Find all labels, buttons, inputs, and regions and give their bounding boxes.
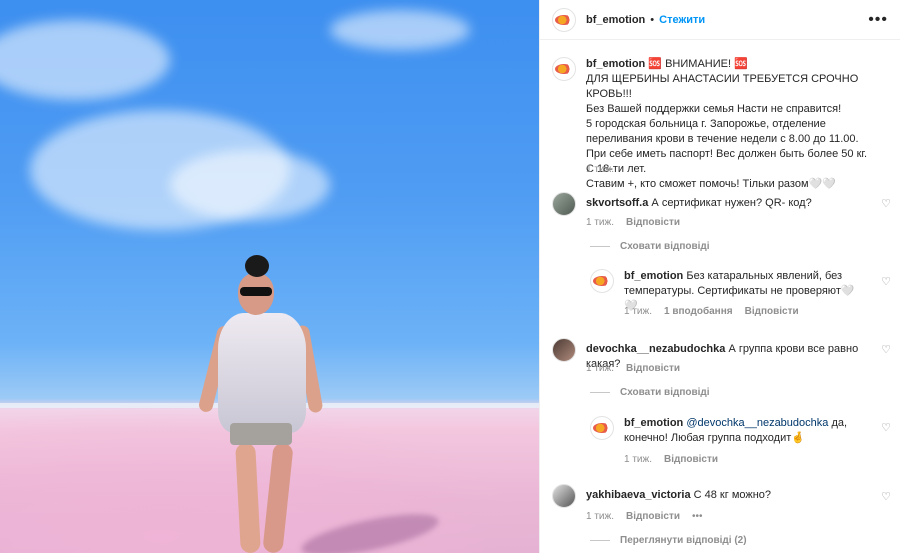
divider-line [590, 246, 610, 247]
caption-text: 🆘 ВНИМАНИЕ! 🆘 ДЛЯ ЩЕРБИНЫ АНАСТАСИИ ТРЕБ… [586, 58, 868, 190]
avatar[interactable] [552, 192, 576, 216]
brand-logo-icon [593, 423, 611, 433]
avatar[interactable] [552, 484, 576, 508]
divider-line [590, 392, 610, 393]
comment: yakhibaeva_victoria С 48 кг можно? [552, 484, 876, 508]
heart-icon[interactable]: ♡ [881, 275, 891, 288]
reply-username[interactable]: bf_emotion [624, 270, 683, 282]
toggle-label: Сховати відповіді [620, 241, 710, 252]
post-photo[interactable] [0, 0, 539, 553]
post-side-panel: bf_emotion • Стежити ••• bf_emotion 🆘 ВН… [539, 0, 900, 553]
avatar[interactable] [552, 57, 576, 81]
reply-button[interactable]: Відповісти [626, 511, 680, 522]
avatar[interactable] [590, 269, 614, 293]
comments-list[interactable]: bf_emotion 🆘 ВНИМАНИЕ! 🆘 ДЛЯ ЩЕРБИНЫ АНА… [540, 41, 900, 553]
view-replies-button[interactable]: Переглянути відповіді (2) [590, 535, 747, 546]
mention-link[interactable]: @devochka__nezabudochka [686, 417, 828, 429]
timestamp[interactable]: 1 тиж. [586, 363, 614, 374]
comment-username[interactable]: yakhibaeva_victoria [586, 489, 691, 501]
comment-options-icon[interactable]: ••• [692, 511, 703, 522]
comment-body: skvortsoff.a А сертификат нужен? QR- код… [586, 192, 866, 216]
comment-text: С 48 кг можно? [693, 489, 772, 501]
comment-text: А сертификат нужен? QR- код? [651, 197, 812, 209]
reply-button[interactable]: Відповісти [626, 217, 680, 228]
timestamp[interactable]: 1 тиж. [586, 217, 614, 228]
cloud [0, 20, 170, 100]
heart-icon[interactable]: ♡ [881, 490, 891, 503]
cloud [330, 10, 470, 50]
person [197, 255, 324, 553]
timestamp[interactable]: 1 тиж. [624, 454, 652, 465]
leg [262, 442, 294, 553]
follow-button[interactable]: Стежити [659, 14, 705, 26]
cloud [170, 150, 330, 220]
comment-meta: 1 тиж. Відповісти [586, 363, 680, 374]
comment-meta: 1 тиж. Відповісти ••• [586, 511, 703, 522]
comment-body: yakhibaeva_victoria С 48 кг можно? [586, 484, 876, 508]
post-author-username[interactable]: bf_emotion [586, 14, 645, 26]
reply-button[interactable]: Відповісти [664, 454, 718, 465]
hide-replies-button[interactable]: Сховати відповіді [590, 241, 710, 252]
likes-count[interactable]: 1 вподобання [664, 306, 733, 317]
reply-meta: 1 тиж. 1 вподобання Відповісти [624, 306, 799, 317]
avatar[interactable] [590, 416, 614, 440]
hair-bun [245, 255, 269, 277]
comment-username[interactable]: skvortsoff.a [586, 197, 648, 209]
toggle-label: Сховати відповіді [620, 387, 710, 398]
more-options-icon[interactable]: ••• [868, 11, 888, 29]
avatar[interactable] [552, 338, 576, 362]
instagram-post-modal: bf_emotion • Стежити ••• bf_emotion 🆘 ВН… [0, 0, 900, 553]
timestamp[interactable]: 1 тиж. [586, 511, 614, 522]
hide-replies-button[interactable]: Сховати відповіді [590, 387, 710, 398]
timestamp[interactable]: 1 тиж. [586, 164, 614, 175]
sunglasses [240, 287, 272, 296]
leg [235, 442, 261, 553]
heart-icon[interactable]: ♡ [881, 343, 891, 356]
reply-body: bf_emotion @devochka__nezabudochka да, к… [624, 416, 874, 446]
comment-meta: 1 тиж. Відповісти [586, 217, 680, 228]
shorts [230, 423, 292, 445]
brand-logo-icon [555, 64, 573, 74]
caption-username[interactable]: bf_emotion [586, 58, 645, 70]
reply-meta: 1 тиж. Відповісти [624, 454, 718, 465]
toggle-label: Переглянути відповіді (2) [620, 535, 747, 546]
separator-dot: • [650, 13, 655, 26]
post-header: bf_emotion • Стежити ••• [540, 0, 900, 40]
avatar[interactable] [552, 7, 576, 32]
comment: skvortsoff.a А сертификат нужен? QR- код… [552, 192, 866, 216]
reply: bf_emotion @devochka__nezabudochka да, к… [590, 416, 874, 446]
heart-icon[interactable]: ♡ [881, 421, 891, 434]
brand-logo-icon [593, 276, 611, 286]
divider-line [590, 540, 610, 541]
caption-body: bf_emotion 🆘 ВНИМАНИЕ! 🆘 ДЛЯ ЩЕРБИНЫ АНА… [586, 57, 876, 192]
reply-button[interactable]: Відповісти [745, 306, 799, 317]
heart-icon[interactable]: ♡ [881, 197, 891, 210]
brand-logo-icon [555, 14, 573, 25]
reply-username[interactable]: bf_emotion [624, 417, 683, 429]
caption-meta: 1 тиж. [586, 164, 614, 175]
timestamp[interactable]: 1 тиж. [624, 306, 652, 317]
comment-username[interactable]: devochka__nezabudochka [586, 343, 725, 355]
dress [218, 313, 306, 433]
reply-button[interactable]: Відповісти [626, 363, 680, 374]
